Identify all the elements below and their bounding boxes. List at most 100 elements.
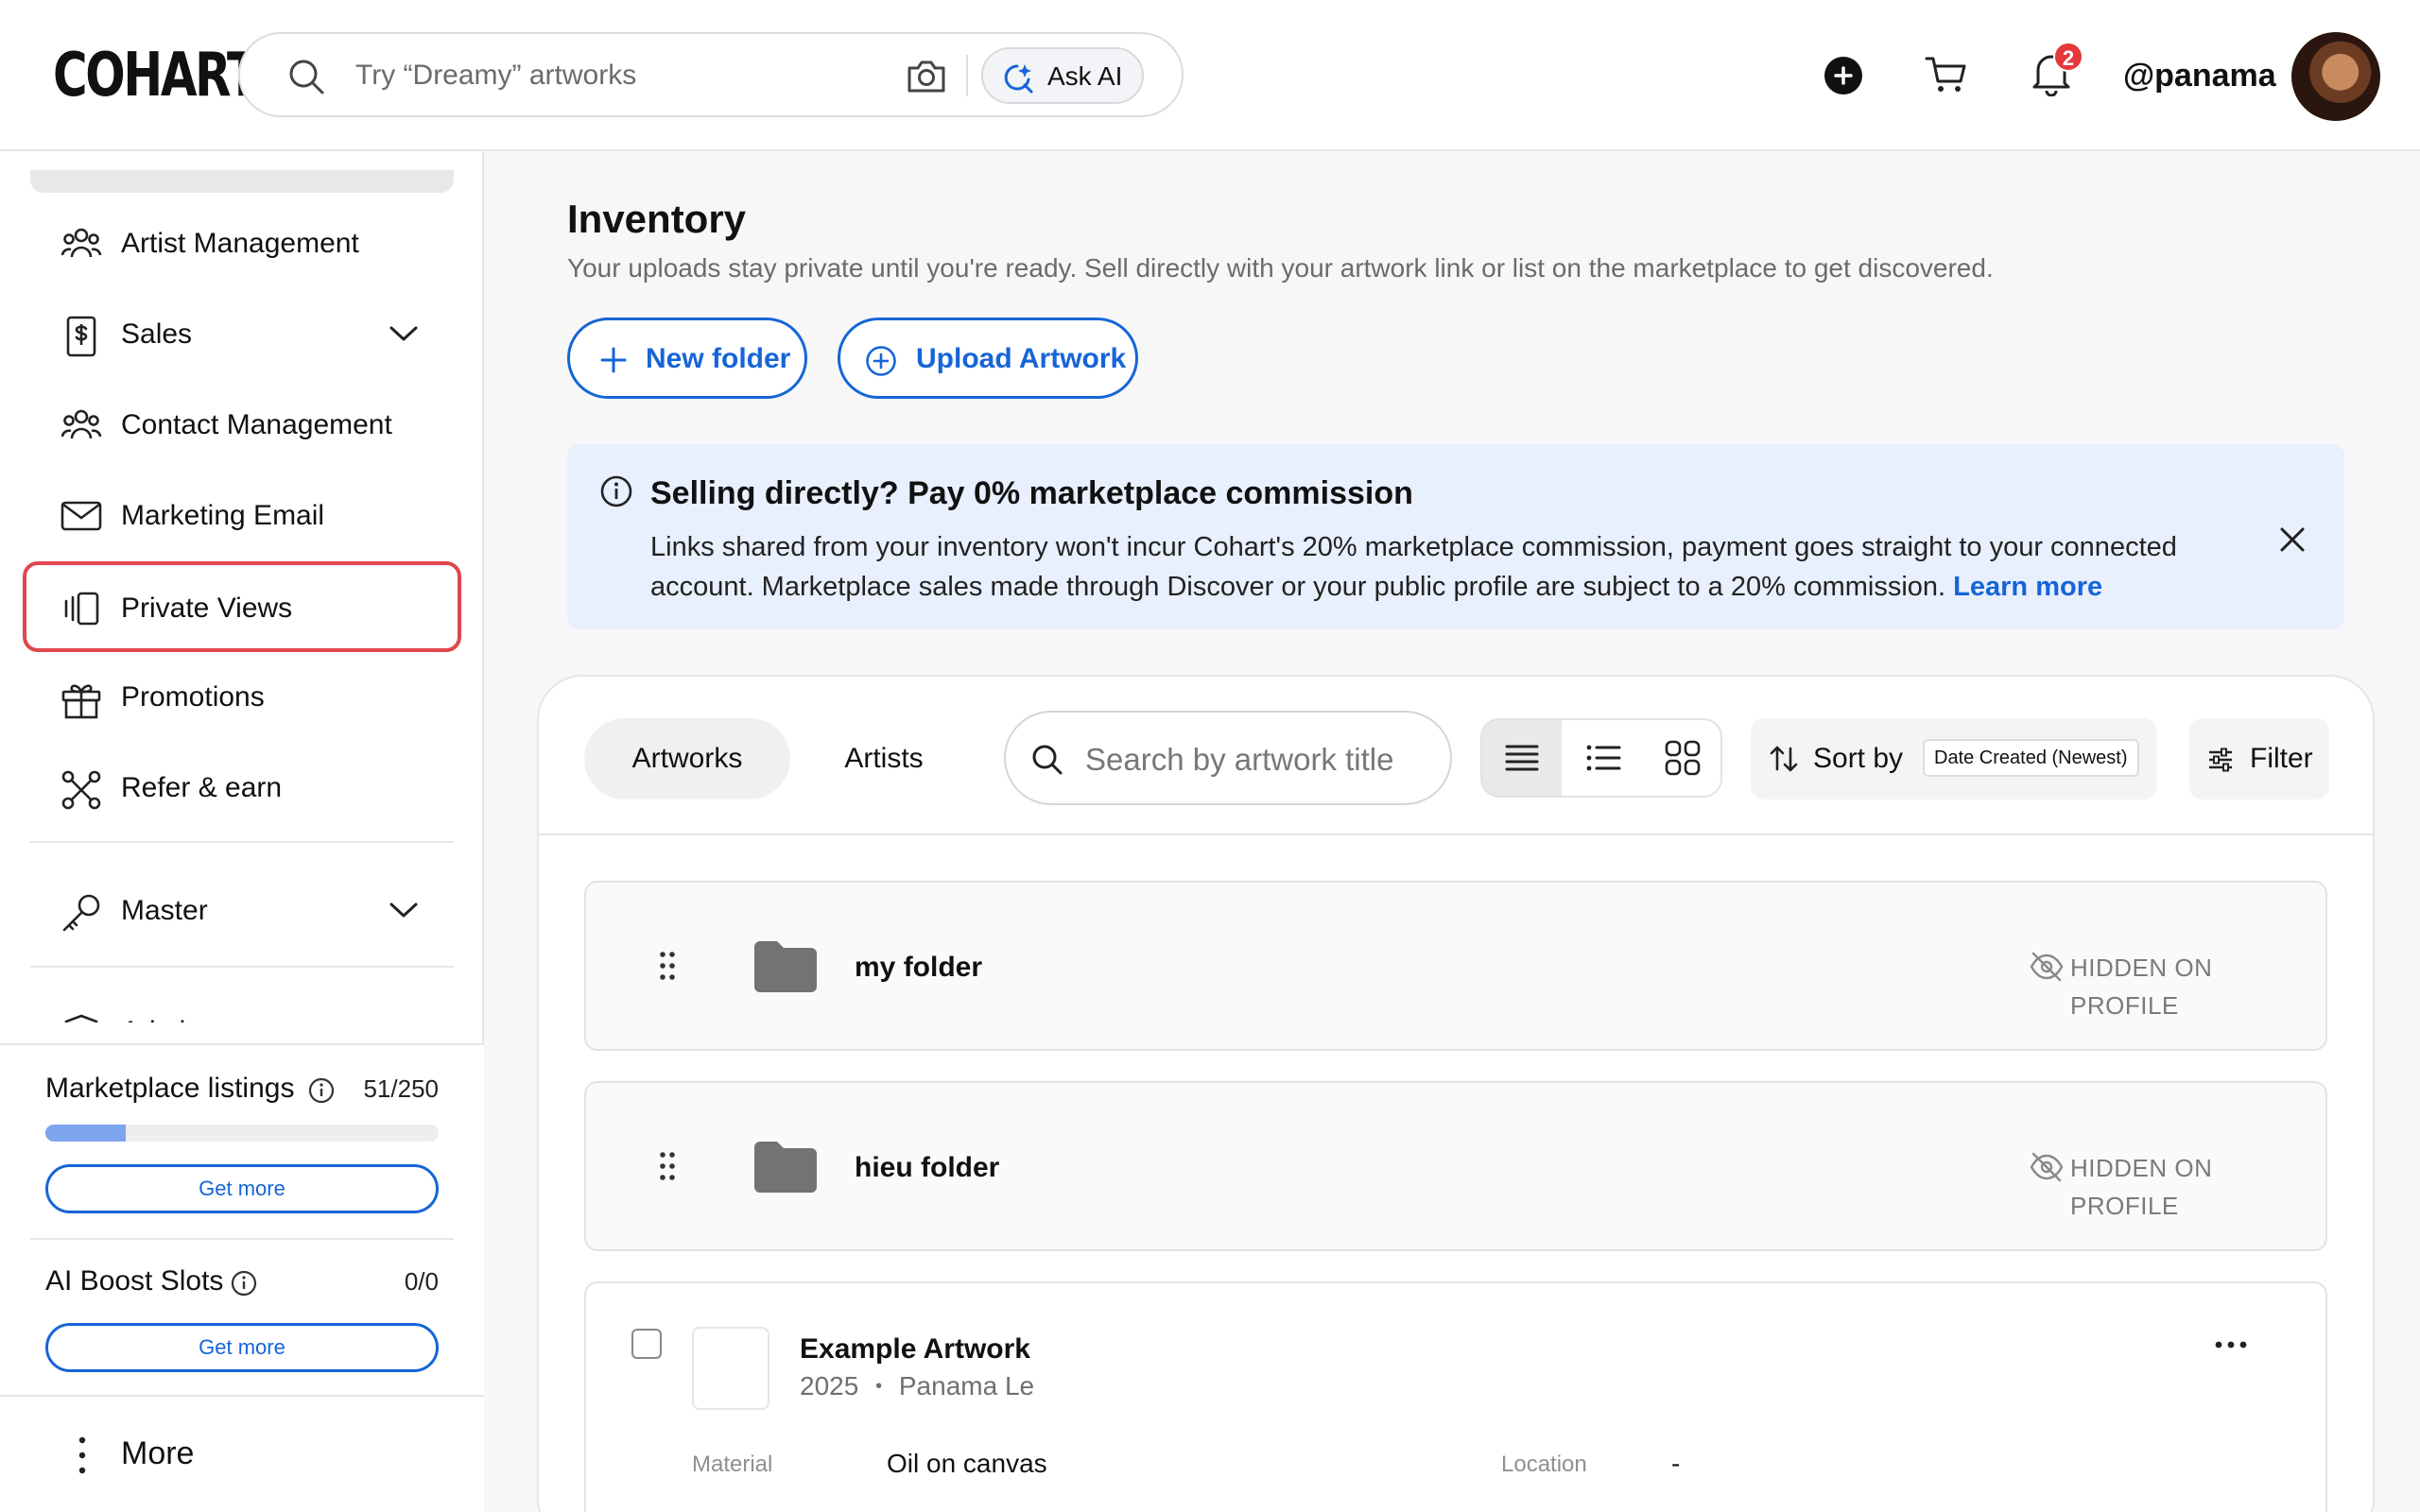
sidebar-item-label: Private Views [121, 593, 293, 624]
folder-visibility-status: HIDDEN ON PROFILE [2070, 954, 2213, 1020]
global-search-input[interactable]: Try “Dreamy” artworks [355, 57, 636, 94]
sidebar: Artist Management Sales Contact Manageme… [0, 151, 484, 1512]
marketplace-get-more-button[interactable]: Get more [45, 1164, 439, 1213]
folder-visibility-status: HIDDEN ON PROFILE [2070, 1154, 2213, 1220]
shield-icon [64, 1014, 98, 1022]
global-search-bar[interactable]: Try “Dreamy” artworks Ask AI [238, 32, 1184, 117]
location-label: Location [1501, 1452, 1587, 1477]
quota-panel: Marketplace listings 51/250 Get more AI … [0, 1043, 484, 1395]
drag-handle-icon[interactable] [658, 1151, 677, 1181]
sidebar-item-label: Admin [121, 1013, 201, 1022]
sidebar-item-marketing-email[interactable]: Marketing Email [30, 474, 454, 558]
sidebar-item-artist-management[interactable]: Artist Management [30, 202, 454, 285]
sidebar-item-label: Contact Management [121, 409, 392, 440]
sort-arrows-icon [1770, 746, 1798, 772]
eye-off-icon [2030, 1152, 2064, 1182]
ai-boost-get-more-button[interactable]: Get more [45, 1323, 439, 1372]
folder-row[interactable]: hieu folder HIDDEN ON PROFILE [584, 1081, 2327, 1251]
sort-value[interactable]: Date Created (Newest) [1923, 739, 2139, 777]
learn-more-link[interactable]: Learn more [1953, 572, 2102, 602]
new-folder-label: New folder [646, 343, 791, 374]
chevron-down-icon[interactable] [388, 896, 420, 924]
sidebar-item-label: Promotions [121, 681, 265, 713]
filter-button[interactable]: Filter [2189, 718, 2329, 799]
drag-handle-icon[interactable] [658, 951, 677, 981]
dollar-doc-icon [66, 316, 96, 357]
avatar[interactable] [2291, 32, 2380, 121]
ai-sparkle-icon [1004, 64, 1033, 94]
sidebar-scroll-edge [30, 170, 454, 193]
marketplace-progress-fill [45, 1125, 126, 1142]
info-icon[interactable] [308, 1077, 335, 1104]
more-options-icon[interactable] [2214, 1340, 2248, 1349]
new-folder-button[interactable]: New folder [567, 318, 807, 399]
artwork-search-input[interactable]: Search by artwork title [1085, 741, 1393, 779]
artwork-card[interactable]: Example Artwork 2025 • Panama Le Materia… [584, 1281, 2327, 1512]
top-header: COHART Try “Dreamy” artworks Ask AI 2 @p… [0, 0, 2420, 151]
sidebar-item-label: Artist Management [121, 228, 359, 259]
search-divider [966, 55, 968, 96]
sidebar-item-private-views[interactable]: Private Views [23, 561, 461, 652]
view-toggle [1480, 718, 1722, 798]
artwork-meta: 2025 • Panama Le [800, 1368, 1034, 1404]
sidebar-item-admin[interactable]: Admin [30, 990, 454, 1022]
artwork-year: 2025 [800, 1371, 859, 1400]
mail-icon [60, 501, 102, 531]
more-label: More [121, 1435, 195, 1471]
close-icon[interactable] [2276, 524, 2308, 556]
username[interactable]: @panama [2123, 55, 2276, 96]
cohart-logo[interactable]: COHART [53, 40, 259, 112]
sidebar-item-label: Sales [121, 318, 193, 350]
list-icon [1586, 745, 1621, 771]
sidebar-item-contact-management[interactable]: Contact Management [30, 384, 454, 467]
sidebar-item-promotions[interactable]: Promotions [30, 656, 454, 739]
view-grid-button[interactable] [1643, 720, 1720, 796]
sort-label: Sort by [1813, 743, 1904, 774]
notification-badge: 2 [2053, 42, 2083, 72]
chevron-down-icon[interactable] [388, 319, 420, 348]
artwork-title[interactable]: Example Artwork [800, 1331, 1030, 1368]
cart-icon[interactable] [1925, 53, 1968, 96]
ai-boost-count: 0/0 [404, 1267, 439, 1296]
folder-name[interactable]: my folder [855, 949, 982, 987]
tab-artworks[interactable]: Artworks [584, 718, 790, 799]
ai-boost-title: AI Boost Slots [45, 1265, 224, 1297]
sort-control[interactable]: Sort by Date Created (Newest) [1751, 718, 2157, 799]
banner-title: Selling directly? Pay 0% marketplace com… [650, 475, 1413, 511]
search-icon [1032, 745, 1063, 775]
upload-artwork-label: Upload Artwork [916, 343, 1127, 374]
info-icon[interactable] [231, 1270, 257, 1297]
location-value: - [1671, 1449, 1681, 1478]
sidebar-more[interactable]: More [0, 1395, 484, 1512]
tab-artists[interactable]: Artists [821, 718, 947, 799]
artwork-thumbnail[interactable] [692, 1327, 769, 1410]
banner-body-text: Links shared from your inventory won't i… [650, 532, 2177, 602]
chevron-down-icon[interactable] [388, 1017, 420, 1022]
artwork-search-bar[interactable]: Search by artwork title [1004, 711, 1452, 805]
quota-divider [30, 1238, 454, 1240]
sidebar-item-label: Marketing Email [121, 500, 325, 531]
commission-banner: Selling directly? Pay 0% marketplace com… [567, 444, 2344, 629]
eye-off-icon [2030, 952, 2064, 982]
sidebar-item-master[interactable]: Master [30, 869, 454, 953]
upload-artwork-button[interactable]: Upload Artwork [838, 318, 1138, 399]
camera-icon[interactable] [906, 57, 947, 94]
view-list-button[interactable] [1564, 720, 1643, 796]
plus-circle-icon [866, 346, 896, 376]
folder-icon [754, 941, 817, 992]
view-compact-button[interactable] [1482, 720, 1562, 796]
add-button[interactable] [1824, 57, 1862, 94]
folder-icon [754, 1142, 817, 1193]
folder-row[interactable]: my folder HIDDEN ON PROFILE [584, 881, 2327, 1051]
ask-ai-button[interactable]: Ask AI [981, 47, 1144, 104]
sidebar-item-refer-earn[interactable]: Refer & earn [30, 747, 454, 830]
marketplace-progress-bar [45, 1125, 439, 1142]
folder-name[interactable]: hieu folder [855, 1149, 999, 1187]
sidebar-divider [30, 966, 454, 968]
marketplace-listings-title: Marketplace listings [45, 1073, 295, 1104]
artwork-select-checkbox[interactable] [631, 1329, 662, 1359]
sidebar-item-sales[interactable]: Sales [30, 293, 454, 376]
grid-icon [1665, 740, 1701, 776]
plus-icon [600, 347, 627, 373]
info-icon [600, 475, 632, 507]
